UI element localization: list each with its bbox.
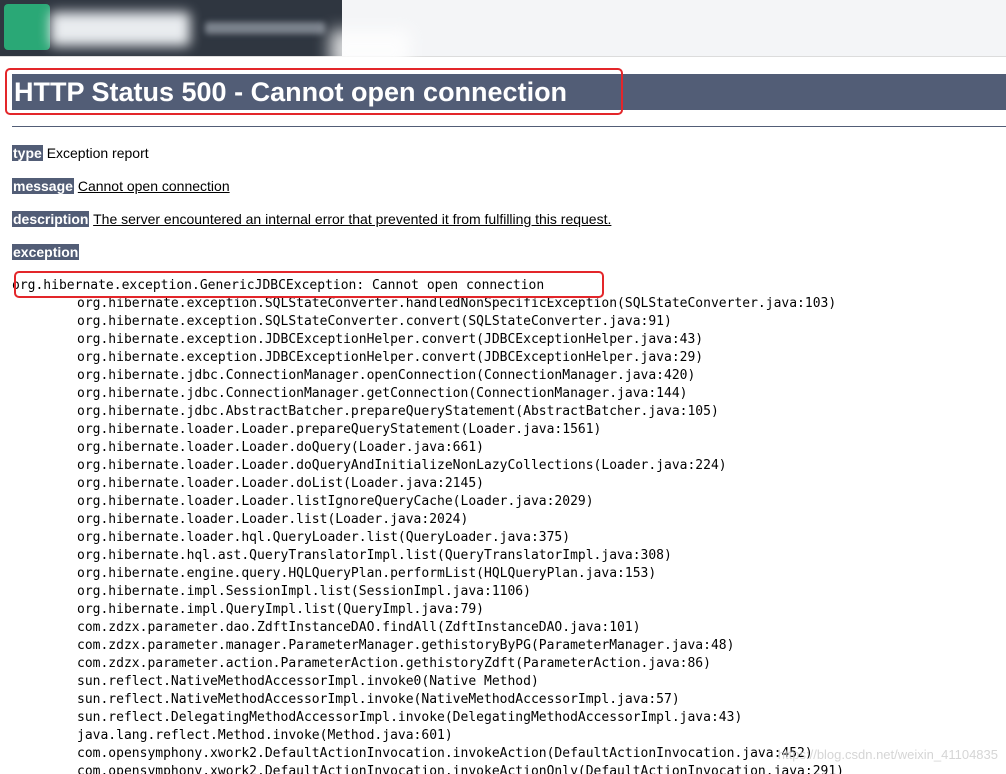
stack-frame: sun.reflect.NativeMethodAccessorImpl.inv… [77, 674, 539, 689]
stack-trace: org.hibernate.exception.GenericJDBCExcep… [12, 277, 1002, 774]
field-label-exception: exception [12, 244, 80, 260]
tab-subtitle-redacted [205, 22, 325, 34]
exception-highlight-box [14, 271, 604, 298]
stack-frame: org.hibernate.jdbc.ConnectionManager.get… [77, 386, 688, 401]
stack-frame: org.hibernate.jdbc.ConnectionManager.ope… [77, 368, 696, 383]
tab-title-redacted [50, 12, 190, 46]
stack-frame: org.hibernate.impl.SessionImpl.list(Sess… [77, 584, 531, 599]
stack-frame: com.zdzx.parameter.action.ParameterActio… [77, 656, 711, 671]
title-highlight-box [5, 68, 623, 115]
field-label-type: type [12, 145, 43, 161]
stack-frame: com.zdzx.parameter.dao.ZdftInstanceDAO.f… [77, 620, 641, 635]
stack-frame: com.zdzx.parameter.manager.ParameterMana… [77, 638, 735, 653]
stack-frame: org.hibernate.loader.Loader.prepareQuery… [77, 422, 602, 437]
stack-frame: org.hibernate.loader.Loader.doQuery(Load… [77, 440, 484, 455]
field-description: description The server encountered an in… [12, 210, 611, 228]
tab-favicon-icon [4, 4, 50, 50]
stack-frame: org.hibernate.jdbc.AbstractBatcher.prepa… [77, 404, 719, 419]
browser-tab-bar [0, 0, 1006, 70]
field-type: type Exception report [12, 144, 149, 162]
stack-frame: org.hibernate.engine.query.HQLQueryPlan.… [77, 566, 657, 581]
field-message: message Cannot open connection [12, 177, 230, 195]
tab-edge-shadow [330, 30, 410, 70]
stack-frame: org.hibernate.loader.Loader.doList(Loade… [77, 476, 484, 491]
stack-frame: sun.reflect.NativeMethodAccessorImpl.inv… [77, 692, 680, 707]
stack-frame: com.opensymphony.xwork2.DefaultActionInv… [77, 764, 845, 774]
field-label-message: message [12, 178, 74, 194]
field-value-message: Cannot open connection [77, 178, 230, 194]
field-label-description: description [12, 211, 90, 227]
stack-frame: org.hibernate.impl.QueryImpl.list(QueryI… [77, 602, 484, 617]
field-exception: exception [12, 243, 80, 261]
watermark: https://blog.csdn.net/weixin_41104835 [777, 747, 998, 762]
stack-frame: org.hibernate.loader.Loader.list(Loader.… [77, 512, 469, 527]
divider [12, 126, 1006, 127]
stack-frame: org.hibernate.loader.Loader.doQueryAndIn… [77, 458, 727, 473]
stack-frame: org.hibernate.exception.JDBCExceptionHel… [77, 332, 704, 347]
stack-frame: sun.reflect.DelegatingMethodAccessorImpl… [77, 710, 743, 725]
stack-frame: org.hibernate.loader.hql.QueryLoader.lis… [77, 530, 571, 545]
stack-frame: org.hibernate.loader.Loader.listIgnoreQu… [77, 494, 594, 509]
field-value-type: Exception report [46, 145, 149, 161]
field-value-description: The server encountered an internal error… [93, 211, 612, 227]
browser-tab-active[interactable] [0, 0, 342, 56]
stack-frame: org.hibernate.exception.JDBCExceptionHel… [77, 350, 704, 365]
stack-frame: org.hibernate.hql.ast.QueryTranslatorImp… [77, 548, 672, 563]
stack-frame: org.hibernate.exception.SQLStateConverte… [77, 314, 672, 329]
stack-frame: java.lang.reflect.Method.invoke(Method.j… [77, 728, 453, 743]
